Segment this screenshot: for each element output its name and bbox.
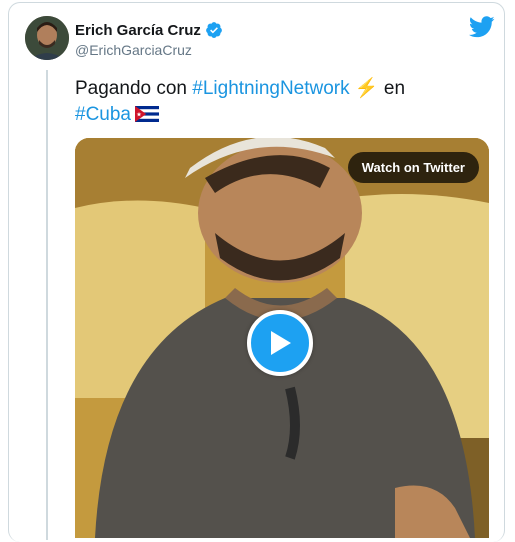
tweet-text-part: Pagando con [75,78,193,99]
verified-badge-icon [206,22,222,38]
hashtag-link[interactable]: #Cuba [75,104,131,125]
avatar[interactable] [25,16,69,60]
play-button[interactable] [247,310,313,376]
hashtag-link[interactable]: #LightningNetwork [192,78,349,99]
tweet-text-part: en [378,78,406,99]
watch-on-twitter-button[interactable]: Watch on Twitter [347,152,479,183]
tweet-text: Pagando con #LightningNetwork ⚡ en #Cuba [75,76,475,128]
play-icon [271,331,291,355]
video-player[interactable]: Watch on Twitter [75,138,489,538]
twitter-logo-icon[interactable] [469,16,495,38]
author-name[interactable]: Erich García Cruz [75,21,223,39]
author-handle[interactable]: @ErichGarciaCruz [75,42,192,58]
cuba-flag-icon [135,106,159,122]
thread-line [46,70,48,540]
author-name-text[interactable]: Erich García Cruz [75,22,201,39]
lightning-emoji: ⚡ [354,78,379,99]
